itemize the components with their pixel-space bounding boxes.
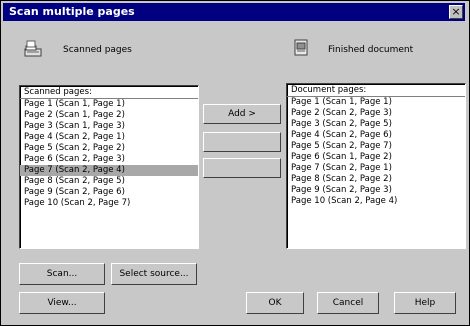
- document-pages-list-header: Document pages:: [287, 84, 465, 97]
- scanned-pages-label: Scanned pages: [63, 45, 132, 55]
- list-item[interactable]: Page 10 (Scan 2, Page 7): [20, 198, 198, 209]
- view-button[interactable]: View...: [19, 292, 105, 314]
- list-item[interactable]: Page 7 (Scan 2, Page 1): [287, 163, 465, 174]
- list-item[interactable]: Page 5 (Scan 2, Page 2): [20, 143, 198, 154]
- scanned-pages-list-header: Scanned pages:: [20, 86, 198, 99]
- list-item[interactable]: Page 9 (Scan 2, Page 3): [287, 185, 465, 196]
- document-pages-list[interactable]: Document pages: Page 1 (Scan 1, Page 1) …: [286, 83, 466, 249]
- list-item[interactable]: Page 4 (Scan 2, Page 1): [20, 132, 198, 143]
- list-item[interactable]: Page 6 (Scan 2, Page 3): [20, 154, 198, 165]
- scan-button[interactable]: Scan...: [19, 263, 105, 285]
- close-button[interactable]: ×: [449, 5, 463, 19]
- remove-button[interactable]: [203, 132, 281, 152]
- document-icon: [291, 37, 311, 57]
- list-item[interactable]: Page 9 (Scan 2, Page 6): [20, 187, 198, 198]
- list-item[interactable]: Page 6 (Scan 1, Page 2): [287, 152, 465, 163]
- add-button[interactable]: Add >: [203, 104, 281, 124]
- help-button[interactable]: Help: [394, 292, 456, 314]
- list-item[interactable]: Page 2 (Scan 2, Page 3): [287, 108, 465, 119]
- list-item[interactable]: Page 8 (Scan 2, Page 2): [287, 174, 465, 185]
- select-source-button[interactable]: Select source...: [111, 263, 197, 285]
- scan-multiple-pages-dialog: Scan multiple pages × Scanned pages Fini…: [0, 0, 470, 326]
- title-bar: Scan multiple pages ×: [3, 3, 465, 21]
- list-item[interactable]: Page 10 (Scan 2, Page 4): [287, 196, 465, 207]
- list-item-selected[interactable]: Page 7 (Scan 2, Page 4): [20, 165, 198, 176]
- scanner-icon: [23, 39, 43, 59]
- ok-button[interactable]: OK: [246, 292, 304, 314]
- window-title: Scan multiple pages: [9, 5, 135, 18]
- scanned-pages-list[interactable]: Scanned pages: Page 1 (Scan 1, Page 1) P…: [19, 85, 199, 249]
- list-item[interactable]: Page 1 (Scan 1, Page 1): [287, 97, 465, 108]
- cancel-button[interactable]: Cancel: [317, 292, 379, 314]
- finished-document-label: Finished document: [328, 45, 414, 55]
- list-item[interactable]: Page 3 (Scan 1, Page 3): [20, 121, 198, 132]
- list-item[interactable]: Page 3 (Scan 2, Page 5): [287, 119, 465, 130]
- list-item[interactable]: Page 8 (Scan 2, Page 5): [20, 176, 198, 187]
- list-item[interactable]: Page 1 (Scan 1, Page 1): [20, 99, 198, 110]
- list-item[interactable]: Page 4 (Scan 2, Page 6): [287, 130, 465, 141]
- list-item[interactable]: Page 5 (Scan 2, Page 7): [287, 141, 465, 152]
- list-item[interactable]: Page 2 (Scan 1, Page 2): [20, 110, 198, 121]
- remove-all-button[interactable]: [203, 158, 281, 178]
